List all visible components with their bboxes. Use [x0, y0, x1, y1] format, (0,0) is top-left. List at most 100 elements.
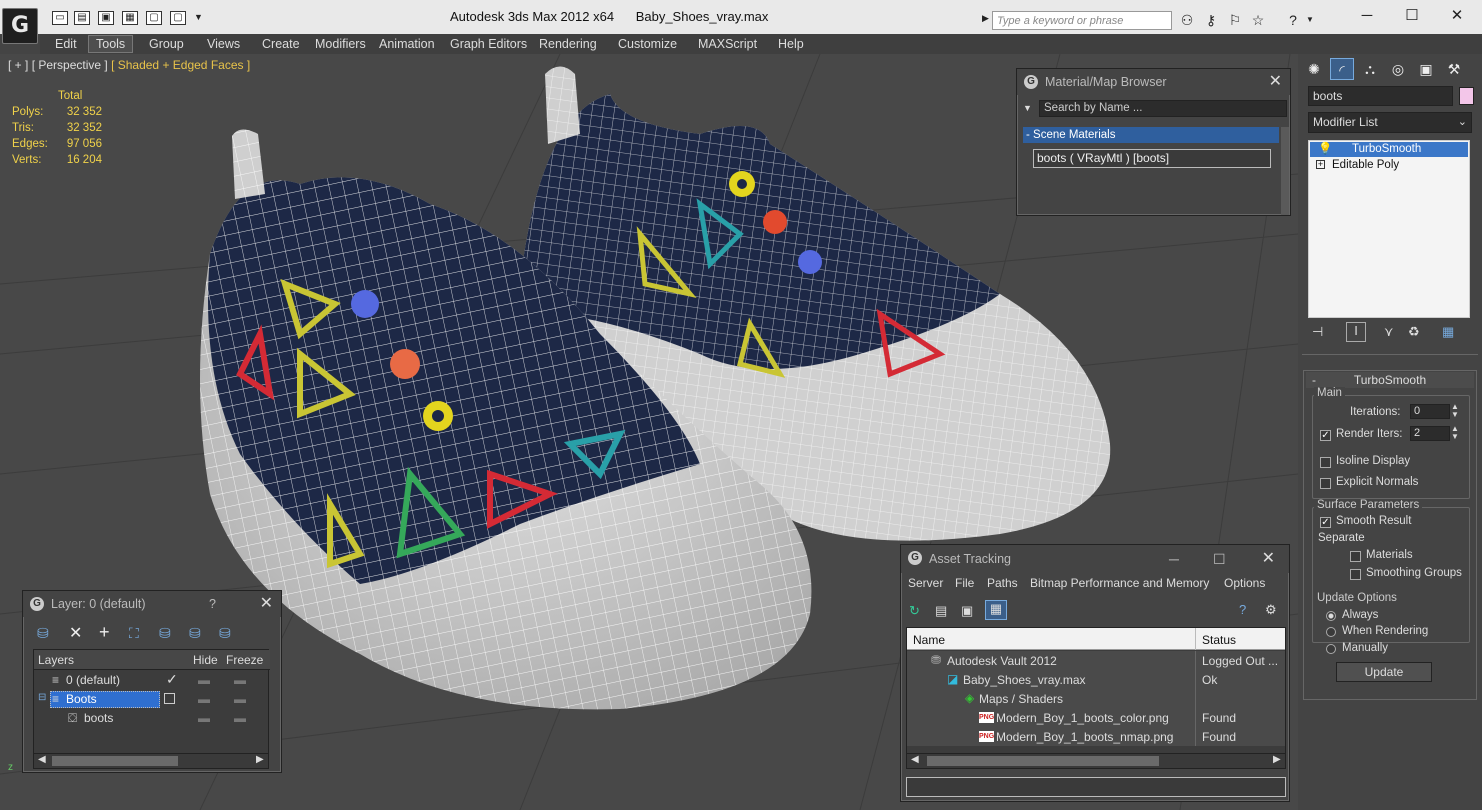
thumbnail-view-icon[interactable]: ▣	[961, 603, 973, 619]
scroll-left-icon[interactable]: ◀	[911, 754, 919, 765]
material-browser-close-icon[interactable]: ✕	[1269, 69, 1282, 95]
new-file-icon[interactable]: ▭	[52, 11, 68, 25]
isoline-display-checkbox[interactable]	[1320, 457, 1331, 468]
menu-views[interactable]: Views	[200, 35, 247, 53]
highlight-layer-icon[interactable]: ⛁	[159, 625, 171, 642]
modifier-list-dropdown[interactable]: Modifier List ⌄	[1308, 112, 1472, 133]
asset-menu-paths[interactable]: Paths	[987, 576, 1018, 590]
menu-group[interactable]: Group	[142, 35, 191, 53]
render-iters-checkbox[interactable]: ✓	[1320, 430, 1331, 441]
column-divider[interactable]	[1195, 628, 1196, 650]
asset-menu-bitmap[interactable]: Bitmap Performance and Memory	[1030, 576, 1209, 590]
maximize-button[interactable]: ☐	[1397, 5, 1427, 27]
expand-icon[interactable]: +	[1316, 160, 1325, 169]
motion-tab-icon[interactable]: ◎	[1386, 58, 1410, 80]
layer-panel-titlebar[interactable]: G Layer: 0 (default)? ✕	[23, 591, 281, 617]
material-search-input[interactable]: Search by Name ...	[1039, 100, 1287, 117]
asset-minimize-icon[interactable]: ─	[1169, 545, 1179, 573]
collapse-icon[interactable]: ⊟	[38, 692, 46, 703]
key-icon[interactable]: ⚷	[1202, 11, 1220, 29]
asset-row[interactable]: ⛃ Autodesk Vault 2012 Logged Out ...	[907, 651, 1285, 670]
open-file-icon[interactable]: ▤	[74, 11, 90, 25]
viewport-label[interactable]: [ + ] [ Perspective ] [ Shaded + Edged F…	[8, 58, 250, 72]
delete-layer-icon[interactable]: ✕	[69, 623, 82, 643]
asset-horizontal-scrollbar[interactable]: ◀ ▶	[906, 753, 1286, 769]
viewport-pov-menu[interactable]: [ Perspective ]	[32, 58, 108, 72]
layer-horizontal-scrollbar[interactable]: ◀ ▶	[33, 753, 269, 769]
asset-path-field[interactable]	[906, 777, 1286, 797]
menu-customize[interactable]: Customize	[611, 35, 684, 53]
object-name-field[interactable]: boots	[1308, 86, 1453, 106]
lightbulb-icon[interactable]: 💡	[1318, 142, 1332, 157]
utilities-tab-icon[interactable]: ⚒	[1442, 58, 1466, 80]
show-end-result-icon[interactable]: I	[1346, 322, 1366, 342]
create-tab-icon[interactable]: ✺	[1302, 58, 1326, 80]
freeze-toggle[interactable]: ▬	[234, 673, 246, 687]
asset-row[interactable]: ◪ Baby_Shoes_vray.max Ok	[907, 670, 1285, 689]
update-when-rendering-radio[interactable]	[1326, 627, 1336, 637]
menu-edit[interactable]: Edit	[48, 35, 84, 53]
current-layer-checkbox[interactable]	[164, 693, 175, 704]
menu-maxscript[interactable]: MAXScript	[691, 35, 764, 53]
render-iters-spinner[interactable]: 2	[1410, 426, 1450, 441]
separate-smoothing-groups-checkbox[interactable]	[1350, 569, 1361, 580]
menu-tools[interactable]: Tools	[88, 35, 134, 53]
browser-options-dropdown-icon[interactable]: ▼	[1023, 103, 1032, 113]
make-unique-icon[interactable]: ⋎	[1384, 324, 1394, 340]
close-button[interactable]: ✕	[1442, 5, 1472, 27]
layer-panel-close-icon[interactable]: ✕	[260, 591, 273, 617]
smooth-result-checkbox[interactable]: ✓	[1320, 517, 1331, 528]
search-expand-icon[interactable]: ▶	[982, 13, 989, 24]
table-view-icon[interactable]: ▦	[985, 600, 1007, 620]
freeze-toggle[interactable]: ▬	[234, 711, 246, 725]
configure-modifier-sets-icon[interactable]: ▦	[1442, 324, 1454, 340]
update-button[interactable]: Update	[1336, 662, 1432, 682]
asset-row[interactable]: PNG Modern_Boy_1_boots_color.png Found	[907, 708, 1285, 727]
modifier-stack[interactable]: 💡 TurboSmooth + Editable Poly	[1308, 140, 1470, 318]
asset-menu-file[interactable]: File	[955, 576, 974, 590]
layer-row-object[interactable]: ⛋ boots ▬ ▬	[34, 709, 270, 728]
menu-rendering[interactable]: Rendering	[532, 35, 604, 53]
hide-all-layers-icon[interactable]: ⛁	[189, 625, 201, 642]
modify-tab-icon[interactable]: ◜	[1330, 58, 1354, 80]
project-folder-icon[interactable]: ▢	[170, 11, 186, 25]
asset-tracking-titlebar[interactable]: G Asset Tracking ─ ☐ ✕	[901, 545, 1289, 573]
minimize-button[interactable]: ─	[1352, 5, 1382, 27]
favorites-star-icon[interactable]: ☆	[1249, 11, 1267, 29]
menu-modifiers[interactable]: Modifiers	[308, 35, 373, 53]
material-item-boots[interactable]: boots ( VRayMtl ) [boots]	[1033, 149, 1271, 168]
asset-maximize-icon[interactable]: ☐	[1213, 545, 1226, 573]
help-icon[interactable]: ?	[1284, 11, 1302, 29]
column-layers[interactable]: Layers	[38, 653, 74, 667]
binoculars-icon[interactable]: ⚇	[1178, 11, 1196, 29]
iterations-spinner-arrows-icon[interactable]: ▲ ▼	[1451, 403, 1459, 419]
viewport-shading-menu[interactable]: [ Shaded + Edged Faces ]	[111, 58, 250, 72]
list-view-icon[interactable]: ▤	[935, 603, 947, 619]
rollout-title[interactable]: - TurboSmooth	[1306, 372, 1474, 388]
asset-row[interactable]: PNG Modern_Boy_1_boots_nmap.png Found	[907, 727, 1285, 746]
asset-menu-server[interactable]: Server	[908, 576, 943, 590]
layer-help-button[interactable]: ?	[209, 591, 216, 617]
freeze-all-layers-icon[interactable]: ⛁	[219, 625, 231, 642]
redo-icon[interactable]: ▢	[146, 11, 162, 25]
column-status[interactable]: Status	[1202, 633, 1236, 647]
scene-materials-header[interactable]: - Scene Materials	[1023, 127, 1279, 143]
iterations-spinner[interactable]: 0	[1410, 404, 1450, 419]
pin-stack-icon[interactable]: ⊣	[1312, 324, 1323, 340]
material-browser-titlebar[interactable]: G Material/Map Browser ✕	[1017, 69, 1290, 95]
update-manually-radio[interactable]	[1326, 644, 1336, 654]
layer-row-boots[interactable]: ⊟ ≡ Boots ▬ ▬	[34, 690, 270, 709]
help-dropdown-icon[interactable]: ▼	[1306, 15, 1314, 24]
freeze-toggle[interactable]: ▬	[234, 692, 246, 706]
layer-row-default[interactable]: ≡ 0 (default) ✓ ▬ ▬	[34, 671, 270, 690]
hierarchy-tab-icon[interactable]: ⛬	[1358, 58, 1382, 80]
scroll-left-icon[interactable]: ◀	[38, 754, 46, 765]
separate-materials-checkbox[interactable]	[1350, 551, 1361, 562]
select-layer-objects-icon[interactable]: ⛶	[129, 625, 139, 642]
browser-scrollbar[interactable]	[1281, 127, 1289, 215]
scroll-right-icon[interactable]: ▶	[256, 754, 264, 765]
add-to-layer-icon[interactable]: +	[99, 622, 110, 643]
update-always-radio[interactable]	[1326, 611, 1336, 621]
save-file-icon[interactable]: ▣	[98, 11, 114, 25]
app-logo-icon[interactable]: G	[2, 8, 38, 44]
